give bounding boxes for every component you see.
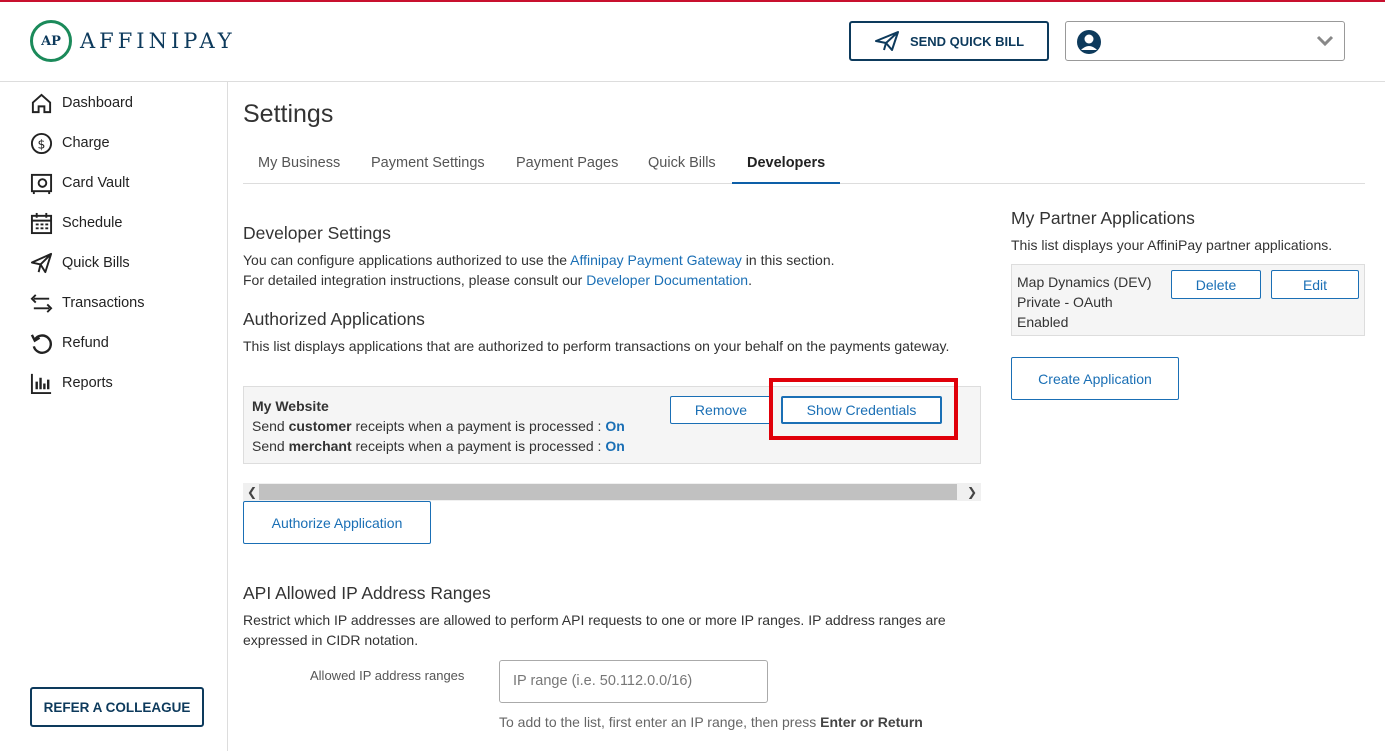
customer-receipts-status: On — [605, 418, 625, 434]
calendar-icon — [30, 212, 53, 234]
sidebar-item-refund[interactable]: Refund — [30, 331, 109, 355]
partner-app-row: Map Dynamics (DEV) Private - OAuth Enabl… — [1011, 264, 1365, 336]
partner-app-type: Private - OAuth — [1017, 294, 1113, 310]
app-header: AP AFFINIPAY SEND QUICK BILL — [0, 2, 1385, 82]
line2-prefix: For detailed integration instructions, p… — [243, 272, 587, 288]
hint-bold: Enter or Return — [820, 714, 923, 730]
affinipay-logo[interactable]: AP AFFINIPAY — [30, 20, 236, 62]
settings-tabs: My Business Payment Settings Payment Pag… — [243, 146, 1365, 184]
sidebar-item-label: Transactions — [62, 295, 145, 311]
line1-prefix: You can configure applications authorize… — [243, 252, 571, 268]
send-quick-bill-label: SEND QUICK BILL — [909, 33, 1025, 49]
bar-chart-icon — [30, 373, 52, 394]
payment-gateway-link[interactable]: Affinipay Payment Gateway — [570, 252, 742, 268]
tab-payment-settings[interactable]: Payment Settings — [371, 146, 485, 184]
sidebar-item-dashboard[interactable]: Dashboard — [30, 91, 133, 115]
home-icon — [31, 93, 52, 113]
sidebar-item-reports[interactable]: Reports — [30, 371, 113, 395]
paper-plane-icon — [874, 31, 899, 51]
create-application-button[interactable]: Create Application — [1011, 357, 1179, 400]
ip-range-input[interactable]: IP range (i.e. 50.112.0.0/16) — [499, 660, 768, 703]
developer-settings-heading: Developer Settings — [243, 223, 391, 243]
refund-icon — [30, 333, 52, 354]
api-ip-description: Restrict which IP addresses are allowed … — [243, 612, 946, 648]
highlight-box — [769, 378, 958, 440]
merchant-receipts-status: On — [605, 438, 625, 454]
developer-settings-line1: You can configure applications authorize… — [243, 250, 835, 270]
merchant-receipts-setting: Send merchant receipts when a payment is… — [252, 436, 625, 456]
logo-mark-icon: AP — [30, 20, 72, 62]
sidebar-item-charge[interactable]: $ Charge — [30, 131, 110, 155]
partner-applications-heading: My Partner Applications — [1011, 208, 1195, 228]
svg-text:$: $ — [38, 136, 46, 151]
chevron-down-icon — [1316, 35, 1334, 47]
authorize-application-button[interactable]: Authorize Application — [243, 501, 431, 544]
customer-suffix: receipts when a payment is processed : — [351, 418, 606, 434]
customer-prefix: Send — [252, 418, 289, 434]
partner-applications-description: This list displays your AffiniPay partne… — [1011, 237, 1333, 253]
developer-documentation-link[interactable]: Developer Documentation — [586, 272, 748, 288]
edit-button[interactable]: Edit — [1271, 270, 1359, 299]
merchant-bold: merchant — [288, 438, 352, 454]
send-quick-bill-button[interactable]: SEND QUICK BILL — [849, 21, 1049, 61]
sidebar-item-transactions[interactable]: Transactions — [30, 291, 144, 315]
merchant-prefix: Send — [252, 438, 289, 454]
merchant-suffix: receipts when a payment is processed : — [351, 438, 606, 454]
horizontal-scrollbar[interactable]: ❮ ❯ — [243, 483, 981, 501]
app-name: My Website — [252, 398, 329, 414]
authorized-applications-description: This list displays applications that are… — [243, 338, 950, 354]
tab-quick-bills[interactable]: Quick Bills — [648, 146, 716, 184]
user-avatar-icon — [1077, 30, 1101, 54]
sidebar-item-label: Charge — [62, 135, 110, 151]
scroll-right-arrow-icon[interactable]: ❯ — [967, 485, 977, 499]
sidebar-item-quick-bills[interactable]: Quick Bills — [30, 251, 130, 275]
paper-plane-icon — [30, 252, 53, 273]
sidebar-item-label: Schedule — [62, 215, 123, 231]
sidebar: Dashboard $ Charge Card Vault Schedule Q… — [0, 82, 228, 751]
logo-initials: AP — [41, 33, 61, 49]
customer-bold: customer — [288, 418, 352, 434]
tab-my-business[interactable]: My Business — [258, 146, 340, 184]
delete-button[interactable]: Delete — [1171, 270, 1261, 299]
ip-ranges-label: Allowed IP address ranges — [310, 668, 465, 683]
page-title: Settings — [243, 100, 334, 128]
tab-payment-pages[interactable]: Payment Pages — [516, 146, 618, 184]
hint-prefix: To add to the list, first enter an IP ra… — [499, 714, 821, 730]
scroll-left-arrow-icon[interactable]: ❮ — [247, 485, 257, 499]
refer-colleague-button[interactable]: REFER A COLLEAGUE — [30, 687, 204, 727]
scrollbar-thumb[interactable] — [259, 484, 957, 500]
user-account-dropdown[interactable] — [1065, 21, 1345, 61]
line1-suffix: in this section. — [741, 252, 835, 268]
partner-app-name: Map Dynamics (DEV) — [1017, 274, 1152, 290]
sidebar-item-label: Dashboard — [62, 95, 133, 111]
logo-text: AFFINIPAY — [80, 29, 236, 53]
line2-suffix: . — [748, 272, 752, 288]
sidebar-item-label: Refund — [62, 335, 109, 351]
sidebar-item-card-vault[interactable]: Card Vault — [30, 171, 129, 195]
developer-settings-line2: For detailed integration instructions, p… — [243, 270, 752, 290]
api-ip-heading: API Allowed IP Address Ranges — [243, 583, 491, 603]
remove-button[interactable]: Remove — [670, 396, 772, 424]
authorized-applications-heading: Authorized Applications — [243, 309, 425, 329]
vault-icon — [30, 173, 53, 194]
ip-range-hint: To add to the list, first enter an IP ra… — [499, 714, 923, 730]
partner-app-status: Enabled — [1017, 314, 1069, 330]
dollar-icon: $ — [30, 132, 53, 154]
sidebar-item-schedule[interactable]: Schedule — [30, 211, 122, 235]
tab-developers[interactable]: Developers — [732, 146, 841, 184]
sidebar-item-label: Quick Bills — [62, 255, 130, 271]
arrows-icon — [30, 293, 53, 313]
sidebar-item-label: Card Vault — [62, 175, 130, 191]
customer-receipts-setting: Send customer receipts when a payment is… — [252, 416, 625, 436]
sidebar-item-label: Reports — [62, 375, 113, 391]
